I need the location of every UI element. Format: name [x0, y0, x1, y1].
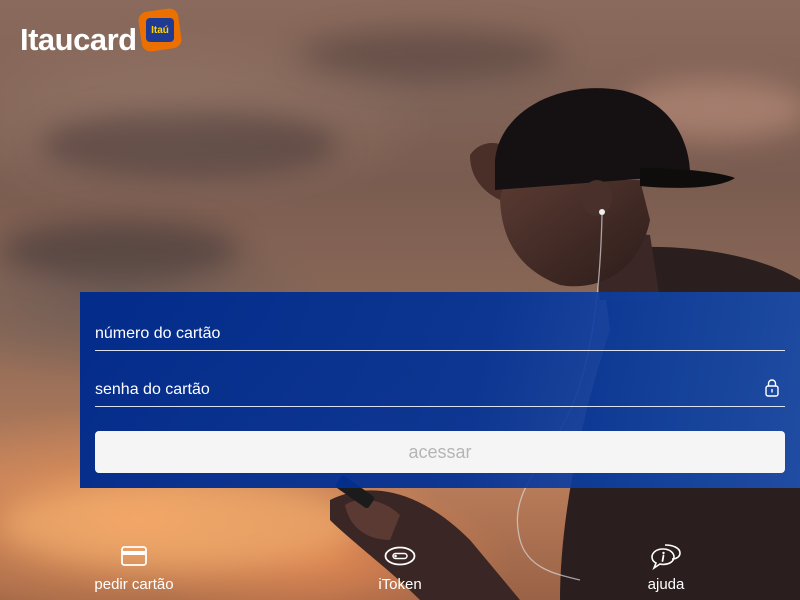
access-button[interactable]: acessar: [95, 431, 785, 473]
help-chat-icon: [650, 542, 682, 570]
nav-order-card-label: pedir cartão: [94, 576, 174, 593]
itaucard-logo: Itaucard Itaú: [20, 7, 183, 57]
token-device-icon: [384, 542, 416, 570]
nav-itoken[interactable]: iToken: [370, 542, 430, 593]
nav-itoken-label: iToken: [378, 576, 422, 593]
logo-wordmark: Itaucard: [20, 22, 137, 57]
itau-badge-label: Itaú: [145, 18, 174, 42]
lock-icon: [765, 379, 779, 397]
nav-order-card[interactable]: pedir cartão: [93, 542, 175, 593]
card-password-field-wrapper: [95, 376, 785, 407]
login-screen: Itaucard Itaú acessar pedi: [0, 0, 800, 600]
nav-help-label: ajuda: [647, 576, 685, 593]
card-number-field-wrapper: [95, 320, 785, 351]
card-number-input[interactable]: [95, 320, 785, 348]
itau-badge-icon: Itaú: [137, 7, 183, 53]
bottom-navigation: pedir cartão iToken ajuda: [0, 530, 800, 600]
card-password-input[interactable]: [95, 376, 785, 404]
nav-help[interactable]: ajuda: [636, 542, 696, 593]
credit-card-icon: [121, 542, 147, 570]
login-form: acessar: [80, 292, 800, 488]
